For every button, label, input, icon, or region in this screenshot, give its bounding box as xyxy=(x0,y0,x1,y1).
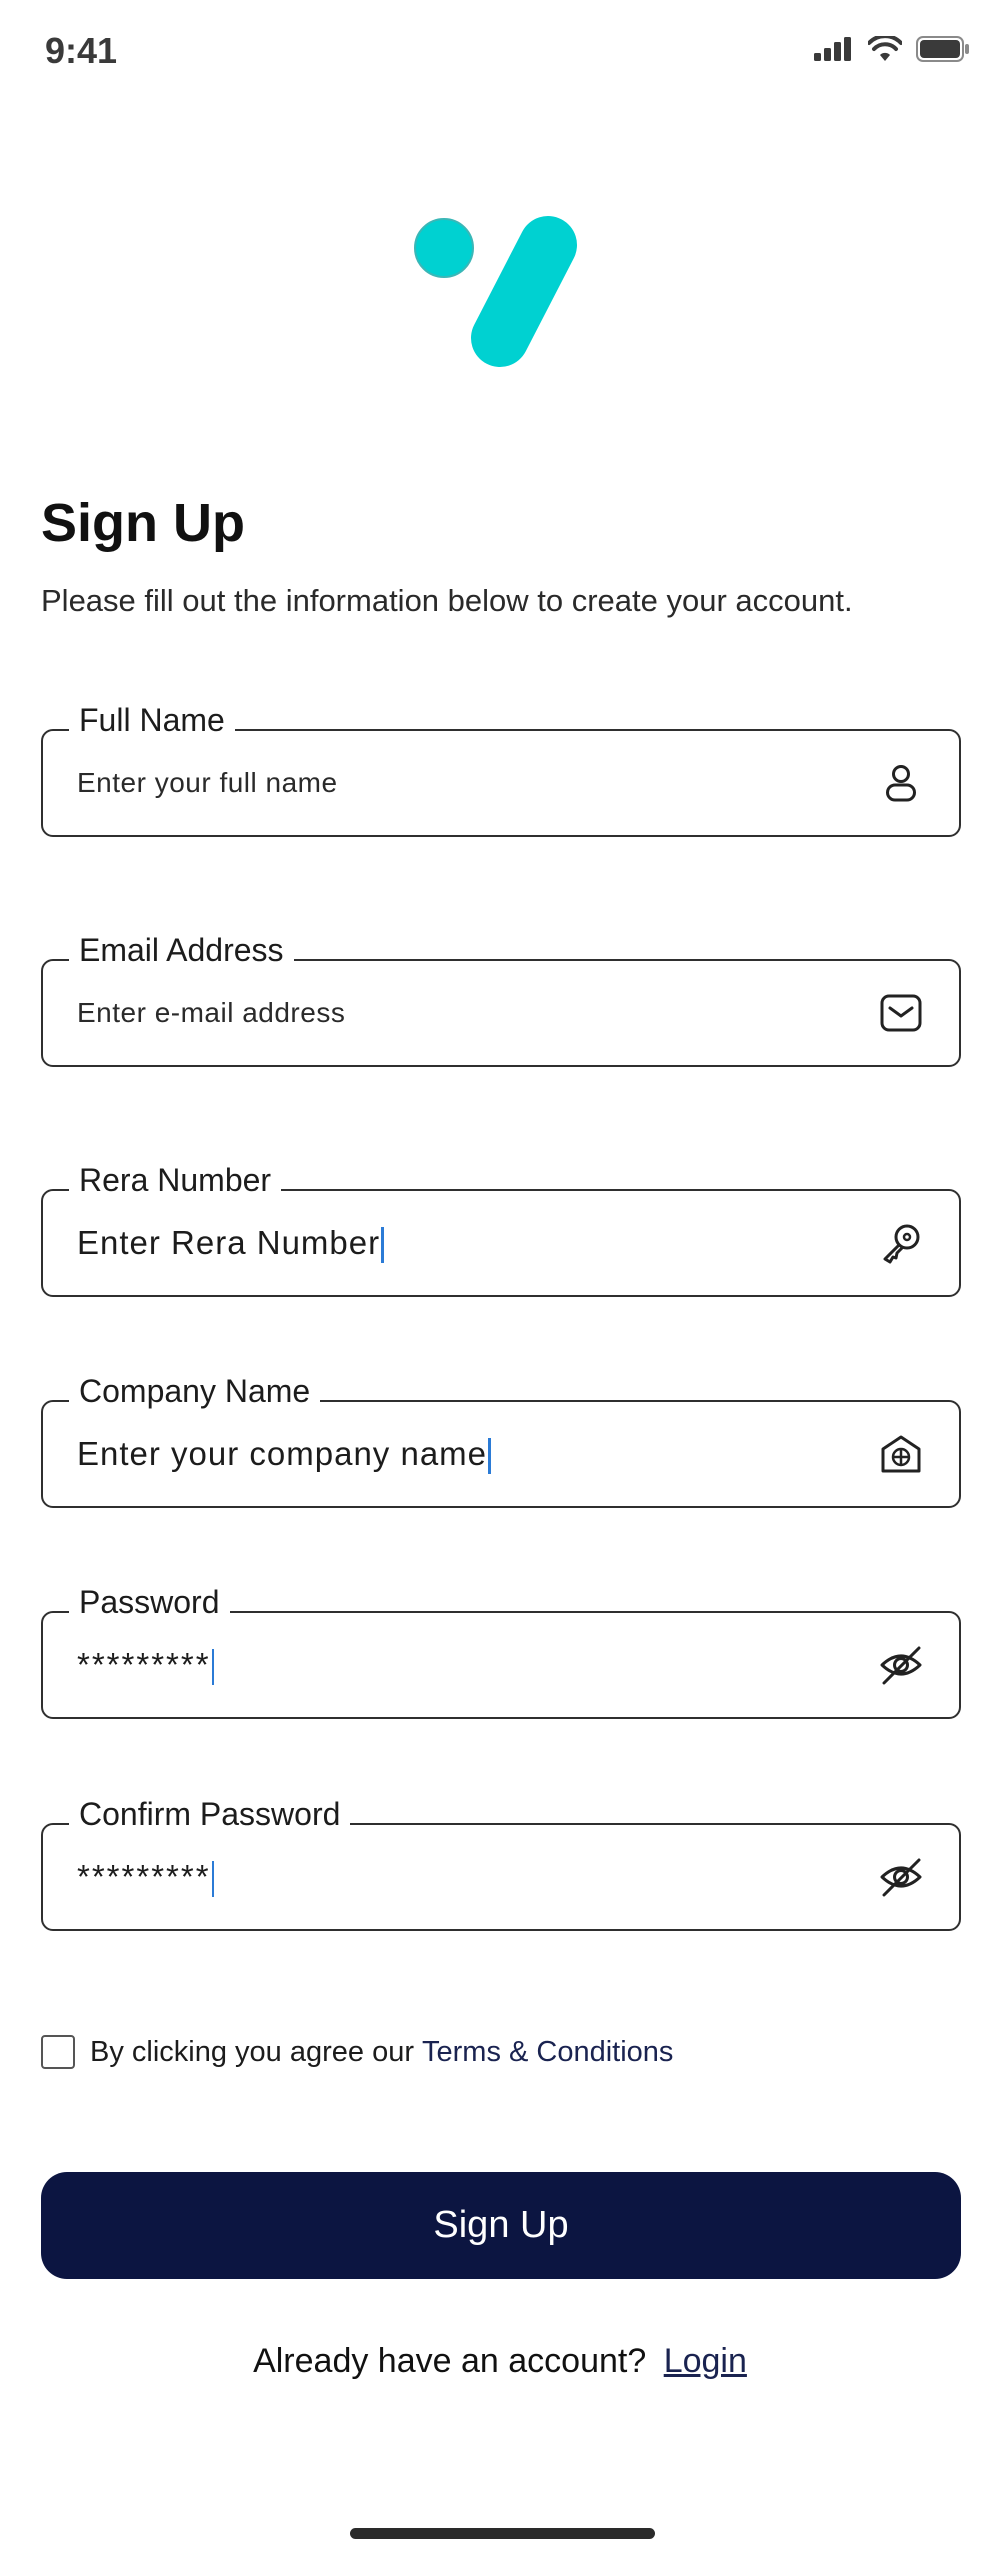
battery-icon xyxy=(916,36,969,62)
confirm-password-input[interactable]: ********* xyxy=(77,1825,215,1928)
terms-text: By clicking you agree our xyxy=(90,2035,414,2068)
confirm-password-field[interactable]: Confirm Password ********* xyxy=(41,1794,961,1931)
text-caret xyxy=(211,1861,215,1898)
terms-conditions-link[interactable]: Terms & Conditions xyxy=(422,2036,673,2069)
login-prompt-row: Already have an account? Login xyxy=(0,2342,1000,2381)
full-name-input[interactable]: Enter your full name xyxy=(77,731,338,834)
eye-off-icon[interactable] xyxy=(879,1643,923,1687)
brand-logo-icon xyxy=(410,210,595,380)
password-value: ********* xyxy=(77,1646,211,1683)
page-subtitle: Please fill out the information below to… xyxy=(41,583,853,618)
company-name-field[interactable]: Company Name Enter your company name xyxy=(41,1371,961,1508)
key-icon xyxy=(879,1221,923,1265)
email-input[interactable]: Enter e-mail address xyxy=(77,961,345,1064)
password-field[interactable]: Password ********* xyxy=(41,1582,961,1719)
password-input[interactable]: ********* xyxy=(77,1613,215,1716)
wifi-icon xyxy=(868,36,902,61)
rera-number-input[interactable]: Enter Rera Number xyxy=(77,1191,384,1294)
text-caret xyxy=(488,1438,491,1475)
confirm-password-value: ********* xyxy=(77,1858,211,1895)
rera-number-value: Enter Rera Number xyxy=(77,1224,381,1261)
status-bar: 9:41 xyxy=(0,0,1000,110)
status-time: 9:41 xyxy=(45,30,118,71)
eye-off-icon[interactable] xyxy=(879,1855,923,1899)
login-prompt-text: Already have an account? xyxy=(253,2342,647,2380)
sign-up-button[interactable]: Sign Up xyxy=(41,2172,961,2279)
terms-row: By clicking you agree our Terms & Condit… xyxy=(41,2035,673,2069)
login-link[interactable]: Login xyxy=(664,2342,747,2380)
company-name-input[interactable]: Enter your company name xyxy=(77,1402,491,1505)
home-indicator[interactable] xyxy=(350,2528,655,2539)
mail-icon xyxy=(879,991,923,1035)
building-icon xyxy=(879,1432,923,1476)
text-caret xyxy=(211,1649,215,1686)
status-icons xyxy=(814,36,970,62)
text-caret xyxy=(381,1227,384,1264)
full-name-field[interactable]: Full Name Enter your full name xyxy=(41,700,961,837)
rera-number-field[interactable]: Rera Number Enter Rera Number xyxy=(41,1160,961,1297)
email-field[interactable]: Email Address Enter e-mail address xyxy=(41,930,961,1067)
company-name-value: Enter your company name xyxy=(77,1435,488,1472)
user-icon xyxy=(879,761,923,805)
cellular-signal-icon xyxy=(814,37,851,61)
page-title: Sign Up xyxy=(41,493,245,553)
terms-checkbox[interactable] xyxy=(41,2035,75,2069)
